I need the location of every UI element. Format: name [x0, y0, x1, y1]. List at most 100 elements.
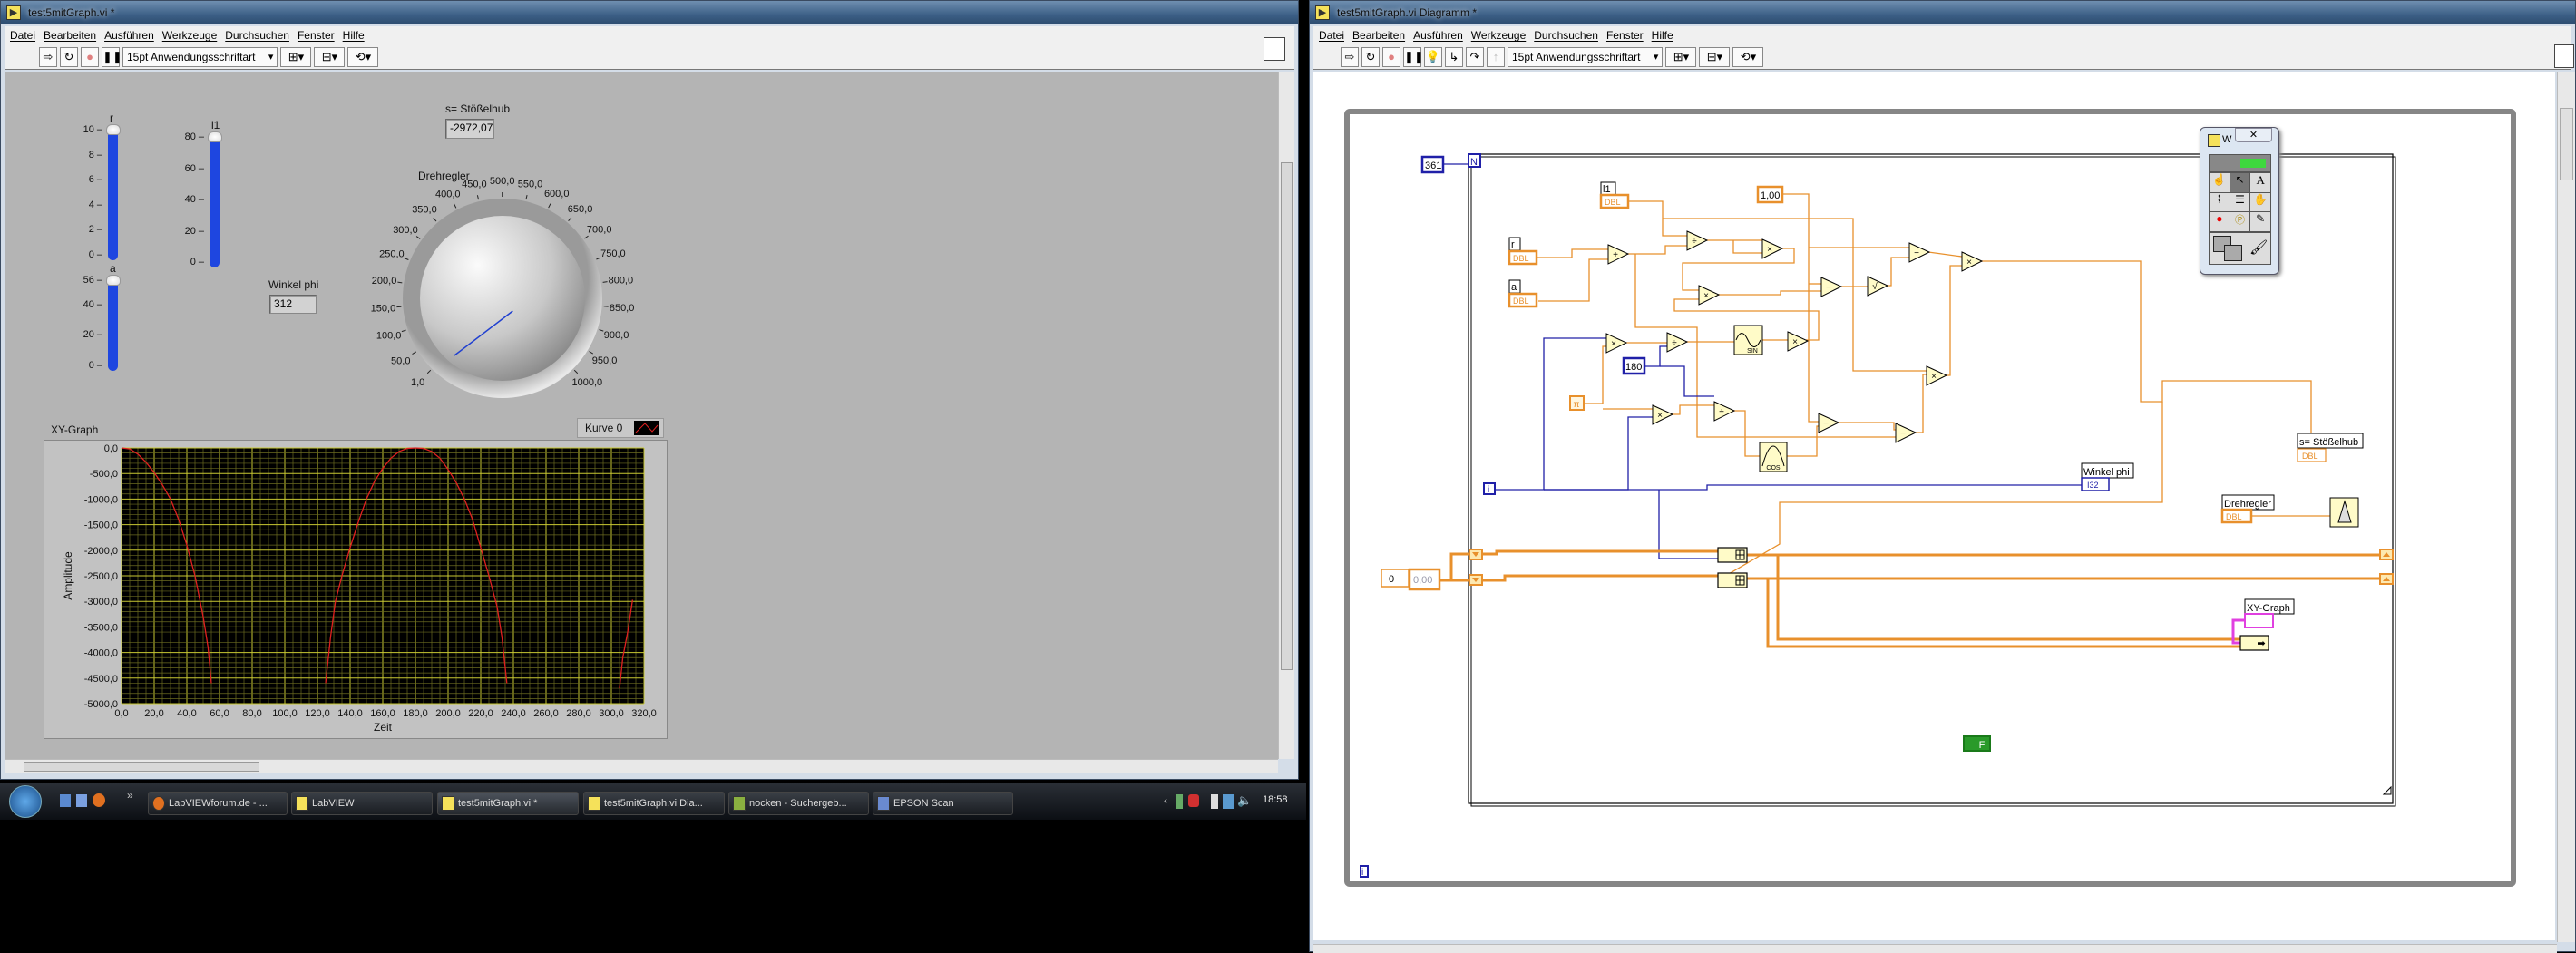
- palette-vi-icon: [2208, 134, 2220, 147]
- xy-graph-plot[interactable]: 0,020,040,060,080,0100,0120,0140,0160,01…: [42, 440, 668, 741]
- slider-r[interactable]: [108, 128, 118, 260]
- scroll-thumb[interactable]: [1281, 162, 1293, 670]
- slider-tick-label: 56 –: [79, 275, 102, 286]
- multiply-node[interactable]: [1962, 252, 1982, 271]
- tray-network-icon[interactable]: [1176, 794, 1183, 809]
- knob-tick: [526, 195, 527, 199]
- menu-bearbeiten[interactable]: Bearbeiten: [44, 26, 96, 44]
- tools-palette[interactable]: W ✕ ☝ ↖ A ⌇ ☰ ✋ ● Ⓟ ✎ 🖌: [2200, 127, 2279, 275]
- terminal-type: DBL: [1605, 198, 1621, 207]
- knob-tick-label: 950,0: [592, 355, 618, 366]
- menu-hilfe[interactable]: Hilfe: [343, 26, 365, 44]
- breakpoint-tool-icon[interactable]: ●: [2210, 212, 2230, 231]
- loop-resize-handle[interactable]: [2384, 787, 2391, 794]
- y-tick-label: -4500,0: [84, 674, 118, 685]
- background-color-swatch[interactable]: [2224, 245, 2242, 261]
- multiply-node[interactable]: [1762, 239, 1782, 258]
- front-panel-vertical-scrollbar[interactable]: [1278, 72, 1294, 759]
- square-root-node[interactable]: [1868, 277, 1888, 296]
- clock[interactable]: 18:58: [1263, 794, 1288, 805]
- menu-datei[interactable]: Datei: [10, 26, 35, 44]
- divide-node[interactable]: [1714, 402, 1734, 421]
- multiply-node[interactable]: [1699, 286, 1719, 305]
- shortcut-menu-tool-icon[interactable]: ☰: [2230, 193, 2250, 210]
- vi-connector-icon[interactable]: [1264, 37, 1285, 61]
- legend-plot-swatch[interactable]: [634, 421, 659, 435]
- menu-durchsuchen[interactable]: Durchsuchen: [225, 26, 289, 44]
- firefox-icon[interactable]: [93, 793, 105, 807]
- tray-volume-icon[interactable]: 🔈: [1237, 793, 1252, 808]
- dbl-wire: [1537, 249, 1608, 258]
- subtract-node[interactable]: [1819, 413, 1839, 433]
- position-tool-icon[interactable]: ↖: [2230, 173, 2250, 192]
- slider-tick-label: 8 –: [79, 150, 102, 160]
- x-tick-label: 300,0: [599, 708, 624, 719]
- dbl-wire: [1981, 261, 2311, 433]
- abort-icon[interactable]: ●: [81, 47, 99, 67]
- tray-expand-icon[interactable]: ‹: [1164, 794, 1167, 807]
- probe-tool-icon[interactable]: Ⓟ: [2230, 212, 2250, 231]
- text-tool-icon[interactable]: A: [2250, 173, 2270, 192]
- slider-thumb[interactable]: [106, 124, 121, 135]
- tray-power-icon[interactable]: [1211, 794, 1218, 809]
- show-desktop-icon[interactable]: [60, 794, 71, 807]
- taskbar-item-labview[interactable]: LabVIEW: [291, 792, 433, 815]
- subtract-node[interactable]: [1821, 277, 1841, 297]
- multiply-node[interactable]: [1653, 405, 1673, 424]
- add-node[interactable]: [1608, 245, 1628, 264]
- knob-tick: [585, 236, 589, 238]
- color-copy-tool-icon[interactable]: ✎: [2250, 212, 2270, 231]
- graph-legend[interactable]: Kurve 0: [577, 418, 664, 438]
- scroll-thumb[interactable]: [24, 762, 259, 772]
- dbl-wire: [1671, 405, 1714, 414]
- multiply-node[interactable]: [1927, 366, 1947, 385]
- false-constant[interactable]: [1964, 736, 1990, 751]
- drehregler-knob[interactable]: Drehregler 1,050,0100,0150,0200,0250,030…: [350, 153, 668, 416]
- indicator-terminal-xy-graph[interactable]: [2245, 614, 2273, 627]
- pause-icon[interactable]: ❚❚: [102, 47, 120, 67]
- multiply-node[interactable]: [1788, 332, 1808, 351]
- palette-close-button[interactable]: ✕: [2235, 128, 2272, 142]
- knob-sphere[interactable]: [420, 216, 585, 381]
- tray-display-icon[interactable]: [1223, 794, 1234, 809]
- run-arrow-icon[interactable]: ⇨: [39, 47, 57, 67]
- align-objects-icon[interactable]: ⊞▾: [280, 47, 311, 67]
- i32-wire: [1544, 485, 2082, 490]
- taskbar-item-nocken[interactable]: nocken - Suchergeb...: [728, 792, 869, 815]
- tray-antivirus-icon[interactable]: [1188, 794, 1199, 807]
- taskbar-item-epson-scan[interactable]: EPSON Scan: [873, 792, 1013, 815]
- block-diagram: 361Niil1DBLrDBLaDBLWinkel phiI32s= Stöße…: [1309, 0, 2576, 952]
- wiring-tool-icon[interactable]: ⌇: [2210, 193, 2230, 210]
- more-quicklaunch-icon[interactable]: »: [127, 789, 133, 802]
- front-panel-horizontal-scrollbar[interactable]: [5, 759, 1278, 773]
- subtract-node[interactable]: [1909, 243, 1929, 262]
- font-select[interactable]: 15pt Anwendungsschriftart: [122, 47, 278, 67]
- run-continuously-icon[interactable]: ↻: [60, 47, 78, 67]
- start-button[interactable]: [9, 785, 42, 818]
- operate-tool-icon[interactable]: ☝: [2210, 173, 2230, 192]
- slider-thumb[interactable]: [106, 275, 121, 286]
- multiply-node[interactable]: [1606, 334, 1626, 353]
- menu-ausfuehren[interactable]: Ausführen: [104, 26, 154, 44]
- slider-a[interactable]: [108, 278, 118, 371]
- loop-init-index[interactable]: [1381, 569, 1409, 587]
- operator-glyph: −: [1826, 283, 1831, 293]
- front-panel-titlebar[interactable]: ▶ test5mitGraph.vi *: [1, 1, 1298, 24]
- divide-node[interactable]: [1667, 333, 1687, 352]
- divide-node[interactable]: [1687, 231, 1707, 250]
- switch-windows-icon[interactable]: [76, 794, 87, 807]
- operator-glyph: ÷: [1692, 237, 1697, 247]
- color-tool[interactable]: 🖌: [2209, 232, 2271, 265]
- taskbar-item-front-panel[interactable]: test5mitGraph.vi *: [437, 792, 579, 815]
- distribute-objects-icon[interactable]: ⊟▾: [314, 47, 345, 67]
- menu-werkzeuge[interactable]: Werkzeuge: [162, 26, 217, 44]
- auto-tool-selector[interactable]: [2209, 154, 2271, 172]
- slider-thumb[interactable]: [208, 131, 222, 142]
- scroll-tool-icon[interactable]: ✋: [2250, 193, 2270, 210]
- menu-fenster[interactable]: Fenster: [298, 26, 335, 44]
- slider-l1[interactable]: [210, 135, 220, 267]
- taskbar-item-diagram[interactable]: test5mitGraph.vi Dia...: [583, 792, 725, 815]
- taskbar-item-labviewforum[interactable]: LabVIEWforum.de - ...: [148, 792, 288, 815]
- subtract-node[interactable]: [1896, 423, 1916, 442]
- reorder-icon[interactable]: ⟲▾: [347, 47, 378, 67]
